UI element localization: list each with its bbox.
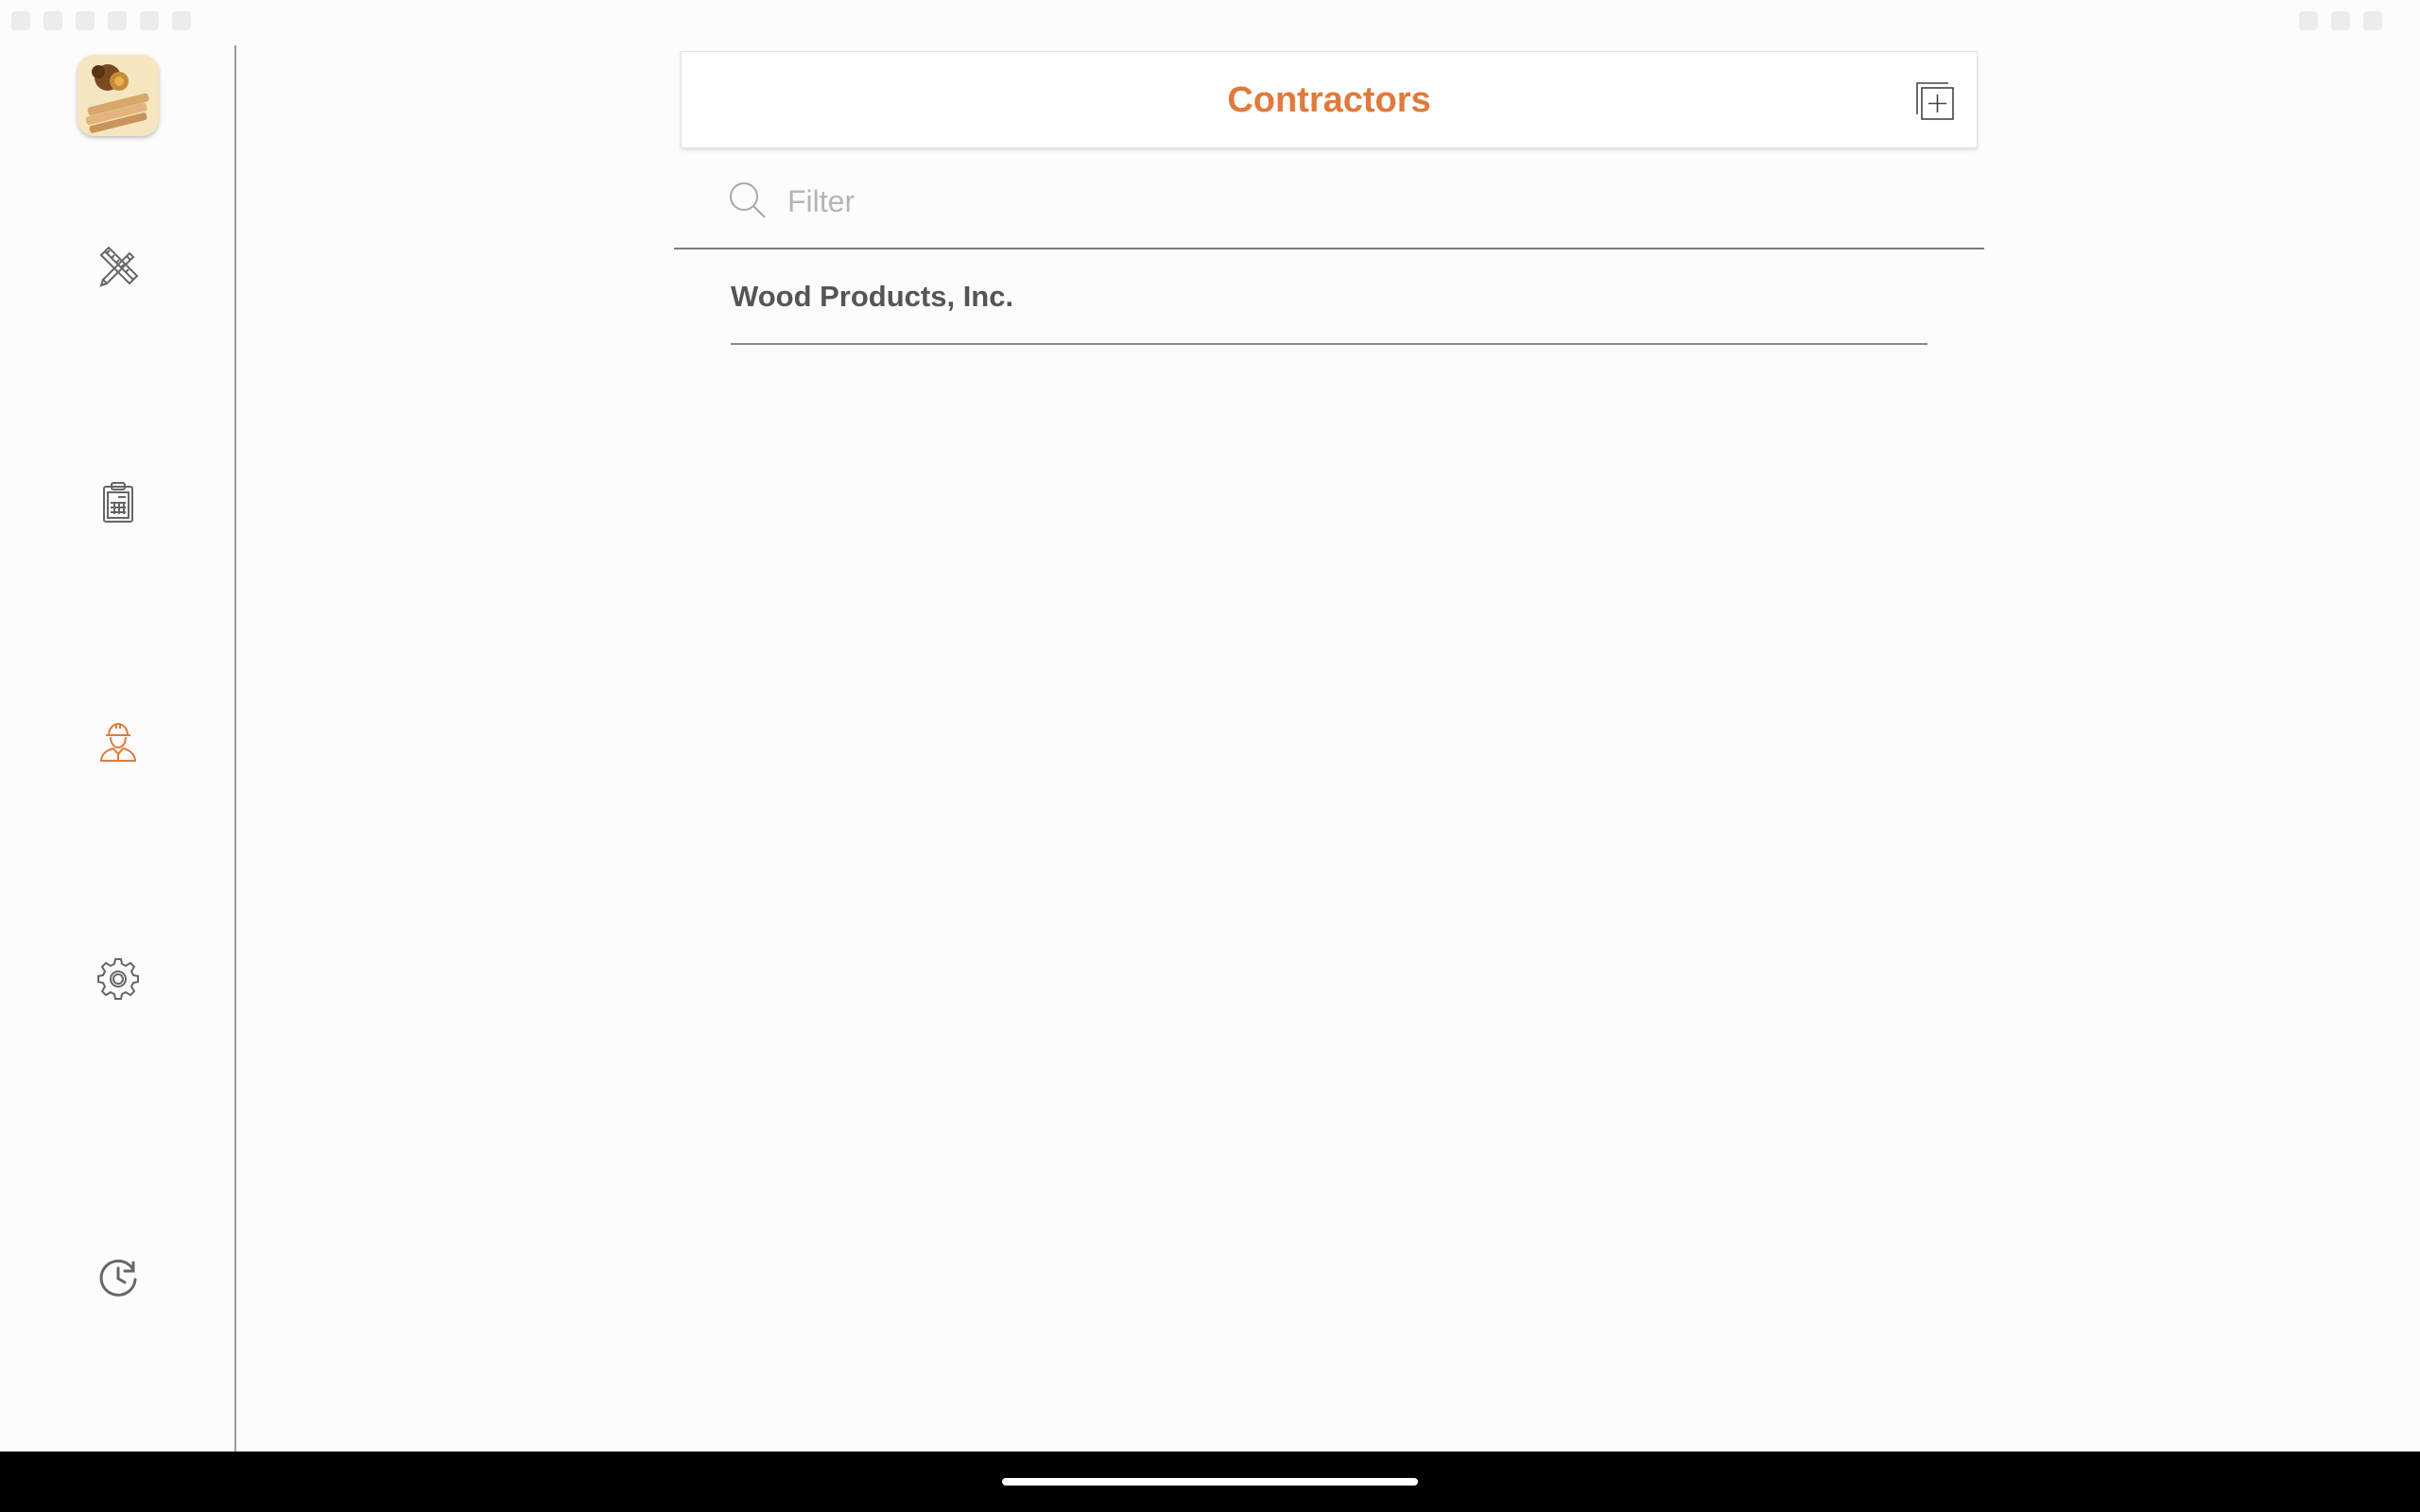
notification-icon [11, 11, 30, 30]
notification-icon [172, 11, 191, 30]
filter-input[interactable] [786, 180, 1920, 223]
sidebar-item-contractors[interactable] [71, 694, 165, 788]
sidebar [0, 45, 236, 1452]
header-card: Contractors [681, 51, 1978, 148]
notification-icon [140, 11, 159, 30]
sidebar-item-history[interactable] [71, 1230, 165, 1325]
add-item-icon [1916, 82, 1954, 120]
home-gesture-handle[interactable] [1002, 1478, 1418, 1486]
wifi-icon [2299, 11, 2318, 30]
contractor-name: Wood Products, Inc. [731, 280, 1014, 313]
battery-icon [2363, 11, 2382, 30]
app-logo[interactable] [78, 55, 159, 136]
contractor-worker-icon [99, 722, 137, 762]
system-navigation-bar [0, 1452, 2420, 1512]
notification-icon [43, 11, 62, 30]
notification-icon [76, 11, 95, 30]
signal-icon [2331, 11, 2350, 30]
notification-icon [108, 11, 127, 30]
sidebar-item-design[interactable] [71, 217, 165, 312]
status-bar-system-icons [2299, 11, 2382, 30]
page-title: Contractors [1227, 80, 1431, 120]
sidebar-item-reports[interactable] [71, 455, 165, 550]
app-logo-image [78, 55, 159, 136]
pencil-ruler-icon [99, 246, 139, 287]
filter-bar [674, 161, 1984, 249]
status-bar [0, 0, 2420, 45]
clipboard-icon [103, 482, 133, 523]
sidebar-item-settings[interactable] [71, 932, 165, 1026]
history-clock-icon [99, 1259, 137, 1297]
add-contractor-button[interactable] [1914, 80, 1956, 122]
status-bar-notification-icons [11, 11, 191, 30]
gear-icon [97, 958, 139, 1000]
contractor-list-item[interactable]: Wood Products, Inc. [731, 249, 1927, 345]
search-icon [730, 182, 766, 218]
